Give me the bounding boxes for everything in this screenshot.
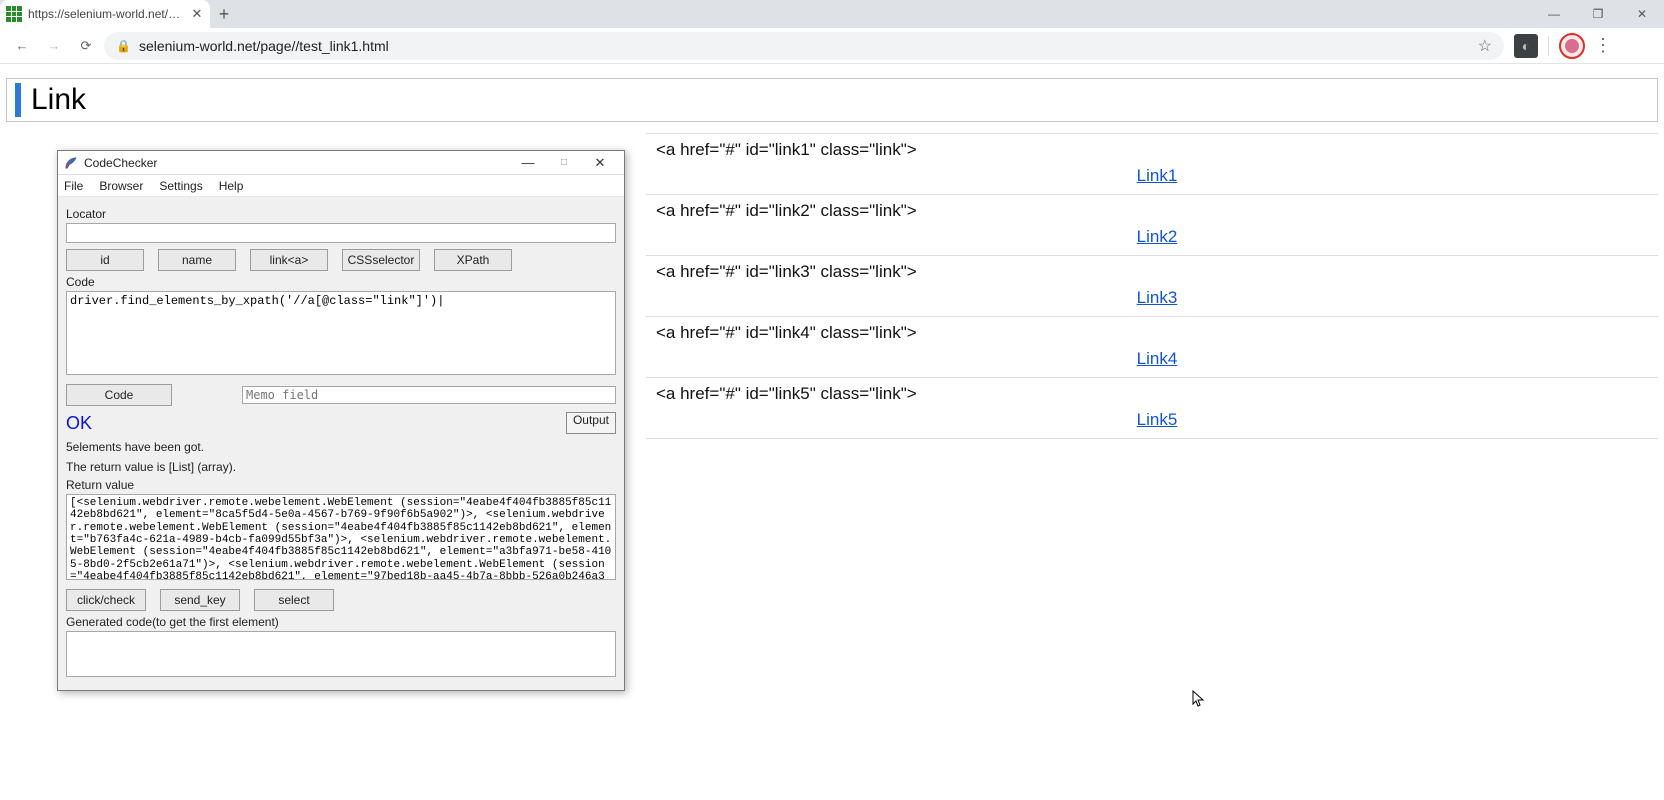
cc-titlebar[interactable]: CodeChecker — □ ✕ — [58, 151, 624, 175]
click-check-button[interactable]: click/check — [66, 589, 146, 611]
browser-toolbar: ← → ⟳ 🔒 selenium-world.net/page//test_li… — [0, 28, 1664, 64]
favicon-icon — [6, 6, 22, 22]
cc-menu-browser[interactable]: Browser — [97, 177, 145, 195]
browser-tabstrip: https://selenium-world.net/page ✕ + — ❐ … — [0, 0, 1664, 28]
name-button[interactable]: name — [158, 249, 236, 271]
link-block: <a href="#" id="link4" class="link"> Lin… — [646, 316, 1658, 378]
cc-close-button[interactable]: ✕ — [582, 152, 618, 174]
link-code-text: <a href="#" id="link2" class="link"> — [656, 201, 1658, 221]
linka-button[interactable]: link<a> — [250, 249, 328, 271]
locator-label: Locator — [66, 207, 616, 221]
browser-tab[interactable]: https://selenium-world.net/page ✕ — [0, 0, 210, 28]
cc-menubar: File Browser Settings Help — [58, 175, 624, 197]
nav-back-button[interactable]: ← — [8, 32, 36, 60]
link-anchor[interactable]: Link5 — [656, 410, 1658, 430]
browser-menu-button[interactable]: ⋮ — [1591, 35, 1615, 56]
cc-maximize-button[interactable]: □ — [546, 152, 582, 174]
tab-title: https://selenium-world.net/page — [28, 7, 184, 21]
window-maximize-button[interactable]: ❐ — [1576, 0, 1620, 28]
return-value-textarea[interactable] — [66, 494, 616, 580]
nav-forward-button[interactable]: → — [40, 32, 68, 60]
cc-menu-settings[interactable]: Settings — [157, 177, 204, 195]
link-block: <a href="#" id="link3" class="link"> Lin… — [646, 255, 1658, 317]
select-button[interactable]: select — [254, 589, 334, 611]
cc-menu-file[interactable]: File — [62, 177, 85, 195]
extension-icon[interactable]: ◐ — [1514, 34, 1538, 58]
return-value-label: Return value — [66, 478, 616, 492]
output-button[interactable]: Output — [566, 412, 616, 434]
tab-close-button[interactable]: ✕ — [190, 7, 204, 21]
code-textarea[interactable] — [66, 291, 616, 375]
code-run-button[interactable]: Code — [66, 384, 172, 406]
page-title: Link — [15, 83, 1657, 117]
address-bar[interactable]: 🔒 selenium-world.net/page//test_link1.ht… — [104, 32, 1504, 60]
codechecker-window: CodeChecker — □ ✕ File Browser Settings … — [57, 150, 625, 691]
code-label: Code — [66, 275, 616, 289]
cc-title-text: CodeChecker — [84, 156, 510, 170]
xpath-button[interactable]: XPath — [434, 249, 512, 271]
locator-input[interactable] — [66, 223, 616, 243]
link-anchor[interactable]: Link3 — [656, 288, 1658, 308]
link-code-text: <a href="#" id="link3" class="link"> — [656, 262, 1658, 282]
return-type-text: The return value is [List] (array). — [66, 460, 616, 474]
window-close-button[interactable]: ✕ — [1620, 0, 1664, 28]
link-block: <a href="#" id="link2" class="link"> Lin… — [646, 194, 1658, 256]
memo-field[interactable] — [242, 386, 616, 404]
cc-menu-help[interactable]: Help — [217, 177, 246, 195]
link-code-text: <a href="#" id="link5" class="link"> — [656, 384, 1658, 404]
generated-code-textarea[interactable] — [66, 631, 616, 677]
app-feather-icon — [64, 156, 78, 170]
cc-minimize-button[interactable]: — — [510, 152, 546, 174]
mouse-cursor-icon — [1192, 690, 1206, 713]
link-anchor[interactable]: Link4 — [656, 349, 1658, 369]
toolbar-separator — [1548, 36, 1549, 56]
elements-count-text: 5elements have been got. — [66, 440, 616, 454]
profile-avatar[interactable] — [1559, 33, 1585, 59]
link-anchor[interactable]: Link2 — [656, 227, 1658, 247]
url-text: selenium-world.net/page//test_link1.html — [139, 38, 1470, 54]
send-key-button[interactable]: send_key — [160, 589, 240, 611]
link-anchor[interactable]: Link1 — [656, 166, 1658, 186]
cssselector-button[interactable]: CSSselector — [342, 249, 420, 271]
new-tab-button[interactable]: + — [210, 0, 238, 28]
id-button[interactable]: id — [66, 249, 144, 271]
lock-icon: 🔒 — [116, 39, 131, 53]
reload-button[interactable]: ⟳ — [72, 32, 100, 60]
link-block: <a href="#" id="link1" class="link"> Lin… — [646, 133, 1658, 195]
link-code-text: <a href="#" id="link4" class="link"> — [656, 323, 1658, 343]
link-block: <a href="#" id="link5" class="link"> Lin… — [646, 377, 1658, 439]
links-column: <a href="#" id="link1" class="link"> Lin… — [646, 134, 1658, 439]
generated-code-label: Generated code(to get the first element) — [66, 615, 616, 629]
page-header: Link — [6, 78, 1658, 122]
bookmark-star-icon[interactable]: ☆ — [1478, 36, 1492, 56]
ok-status: OK — [66, 413, 92, 434]
window-minimize-button[interactable]: — — [1532, 0, 1576, 28]
link-code-text: <a href="#" id="link1" class="link"> — [656, 140, 1658, 160]
